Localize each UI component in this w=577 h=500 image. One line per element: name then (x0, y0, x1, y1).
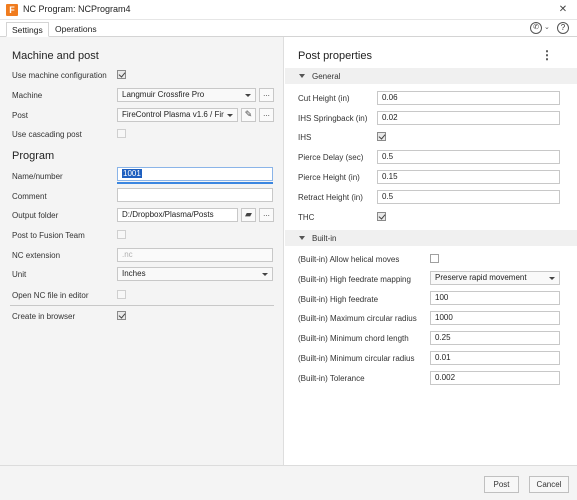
general-section-header[interactable]: General (285, 68, 577, 84)
unit-label: Unit (12, 270, 27, 279)
thc-checkbox[interactable] (377, 212, 386, 221)
tolerance-label: (Built-in) Tolerance (298, 374, 365, 383)
output-folder-more-button[interactable]: ... (259, 208, 274, 222)
post-select[interactable]: FireControl Plasma v1.6 / Fir (117, 108, 238, 122)
dropdown-arrow-icon (549, 277, 555, 280)
nc-extension-label: NC extension (12, 251, 61, 260)
general-section-title: General (312, 72, 341, 81)
name-number-label: Name/number (12, 172, 63, 181)
pierce-delay-input[interactable]: 0.5 (377, 150, 560, 164)
post-label: Post (12, 111, 29, 120)
use-machine-config-label: Use machine configuration (12, 71, 107, 80)
allow-helical-moves-checkbox[interactable] (430, 254, 439, 263)
min-chord-length-input[interactable]: 0.25 (430, 331, 560, 345)
collapse-triangle-icon (299, 236, 305, 240)
ihs-checkbox[interactable] (377, 132, 386, 141)
unit-value: Inches (122, 269, 146, 278)
machine-and-program-panel: Machine and post Use machine configurati… (0, 37, 284, 465)
use-cascading-post-label: Use cascading post (12, 130, 82, 139)
thc-label: THC (298, 213, 315, 222)
max-circular-radius-input[interactable]: 1000 (430, 311, 560, 325)
high-feedrate-mapping-select[interactable]: Preserve rapid movement (430, 271, 560, 285)
dialog-footer: Post Cancel (0, 465, 577, 500)
section-title-program: Program (12, 150, 55, 162)
use-machine-config-checkbox[interactable] (117, 70, 126, 79)
cut-height-input[interactable]: 0.06 (377, 91, 560, 105)
ihs-springback-input[interactable]: 0.02 (377, 111, 560, 125)
tab-settings[interactable]: Settings (6, 22, 49, 37)
machine-select[interactable]: Langmuir Crossfire Pro (117, 88, 256, 102)
post-properties-panel: Post properties ⋮ General Cut Height (in… (285, 37, 577, 465)
post-value: FireControl Plasma v1.6 / Fir (122, 110, 224, 119)
post-properties-title: Post properties (298, 50, 372, 62)
comment-input[interactable] (117, 188, 273, 202)
nc-extension-placeholder: .nc (122, 250, 133, 259)
unit-select[interactable]: Inches (117, 267, 273, 281)
use-cascading-post-checkbox[interactable] (117, 129, 126, 138)
allow-helical-moves-label: (Built-in) Allow helical moves (298, 255, 400, 264)
dropdown-arrow-icon (262, 273, 268, 276)
retract-height-input[interactable]: 0.5 (377, 190, 560, 204)
vertical-ellipsis-icon[interactable]: ⋮ (541, 48, 553, 62)
high-feedrate-mapping-value: Preserve rapid movement (435, 273, 527, 282)
comment-label: Comment (12, 192, 47, 201)
post-button[interactable]: Post (484, 476, 519, 493)
dropdown-arrow-icon (245, 94, 251, 97)
open-nc-file-label: Open NC file in editor (12, 291, 89, 300)
ihs-label: IHS (298, 133, 312, 142)
machine-more-button[interactable]: ... (259, 88, 274, 102)
max-circular-radius-label: (Built-in) Maximum circular radius (298, 314, 417, 323)
retract-height-label: Retract Height (in) (298, 193, 363, 202)
name-number-value: 1001 (122, 169, 142, 178)
create-in-browser-label: Create in browser (12, 312, 76, 321)
help-icon[interactable]: ? (557, 22, 569, 34)
title-bar: F NC Program: NCProgram4 ✕ (0, 0, 577, 20)
edit-post-pencil-icon[interactable]: ✎ (241, 108, 256, 122)
high-feedrate-input[interactable]: 100 (430, 291, 560, 305)
tolerance-input[interactable]: 0.002 (430, 371, 560, 385)
nc-extension-input[interactable]: .nc (117, 248, 273, 262)
help-circle-icon[interactable]: ✆ (530, 22, 542, 34)
dropdown-arrow-icon (227, 114, 233, 117)
min-circular-radius-input[interactable]: 0.01 (430, 351, 560, 365)
collapse-triangle-icon (299, 74, 305, 78)
divider (10, 305, 274, 306)
machine-label: Machine (12, 91, 43, 100)
high-feedrate-mapping-label: (Built-in) High feedrate mapping (298, 275, 411, 284)
post-to-fusion-team-checkbox[interactable] (117, 230, 126, 239)
builtin-section-header[interactable]: Built-in (285, 230, 577, 246)
min-chord-length-label: (Built-in) Minimum chord length (298, 334, 409, 343)
min-circular-radius-label: (Built-in) Minimum circular radius (298, 354, 415, 363)
post-more-button[interactable]: ... (259, 108, 274, 122)
output-folder-input[interactable]: D:/Dropbox/Plasma/Posts (117, 208, 238, 222)
section-title-machine-and-post: Machine and post (12, 50, 99, 62)
post-to-fusion-team-label: Post to Fusion Team (12, 231, 85, 240)
create-in-browser-checkbox[interactable] (117, 311, 126, 320)
name-number-input[interactable]: 1001 (117, 167, 273, 181)
builtin-section-title: Built-in (312, 234, 337, 243)
chevron-down-icon[interactable]: ⌄ (544, 23, 550, 31)
ihs-springback-label: IHS Springback (in) (298, 114, 368, 123)
cut-height-label: Cut Height (in) (298, 94, 350, 103)
tab-operations[interactable]: Operations (50, 22, 102, 37)
high-feedrate-label: (Built-in) High feedrate (298, 295, 379, 304)
folder-open-icon[interactable]: ▰ (241, 208, 256, 222)
pierce-delay-label: Pierce Delay (sec) (298, 153, 364, 162)
close-icon[interactable]: ✕ (556, 3, 570, 17)
window-title: NC Program: NCProgram4 (23, 4, 131, 14)
tab-bar: Settings Operations ✆ ⌄ ? (0, 20, 577, 37)
cancel-button[interactable]: Cancel (529, 476, 569, 493)
pierce-height-label: Pierce Height (in) (298, 173, 360, 182)
focus-underline (117, 182, 273, 184)
open-nc-file-checkbox[interactable] (117, 290, 126, 299)
machine-value: Langmuir Crossfire Pro (122, 90, 205, 99)
output-folder-label: Output folder (12, 211, 59, 220)
fusion-app-icon: F (6, 4, 18, 16)
pierce-height-input[interactable]: 0.15 (377, 170, 560, 184)
